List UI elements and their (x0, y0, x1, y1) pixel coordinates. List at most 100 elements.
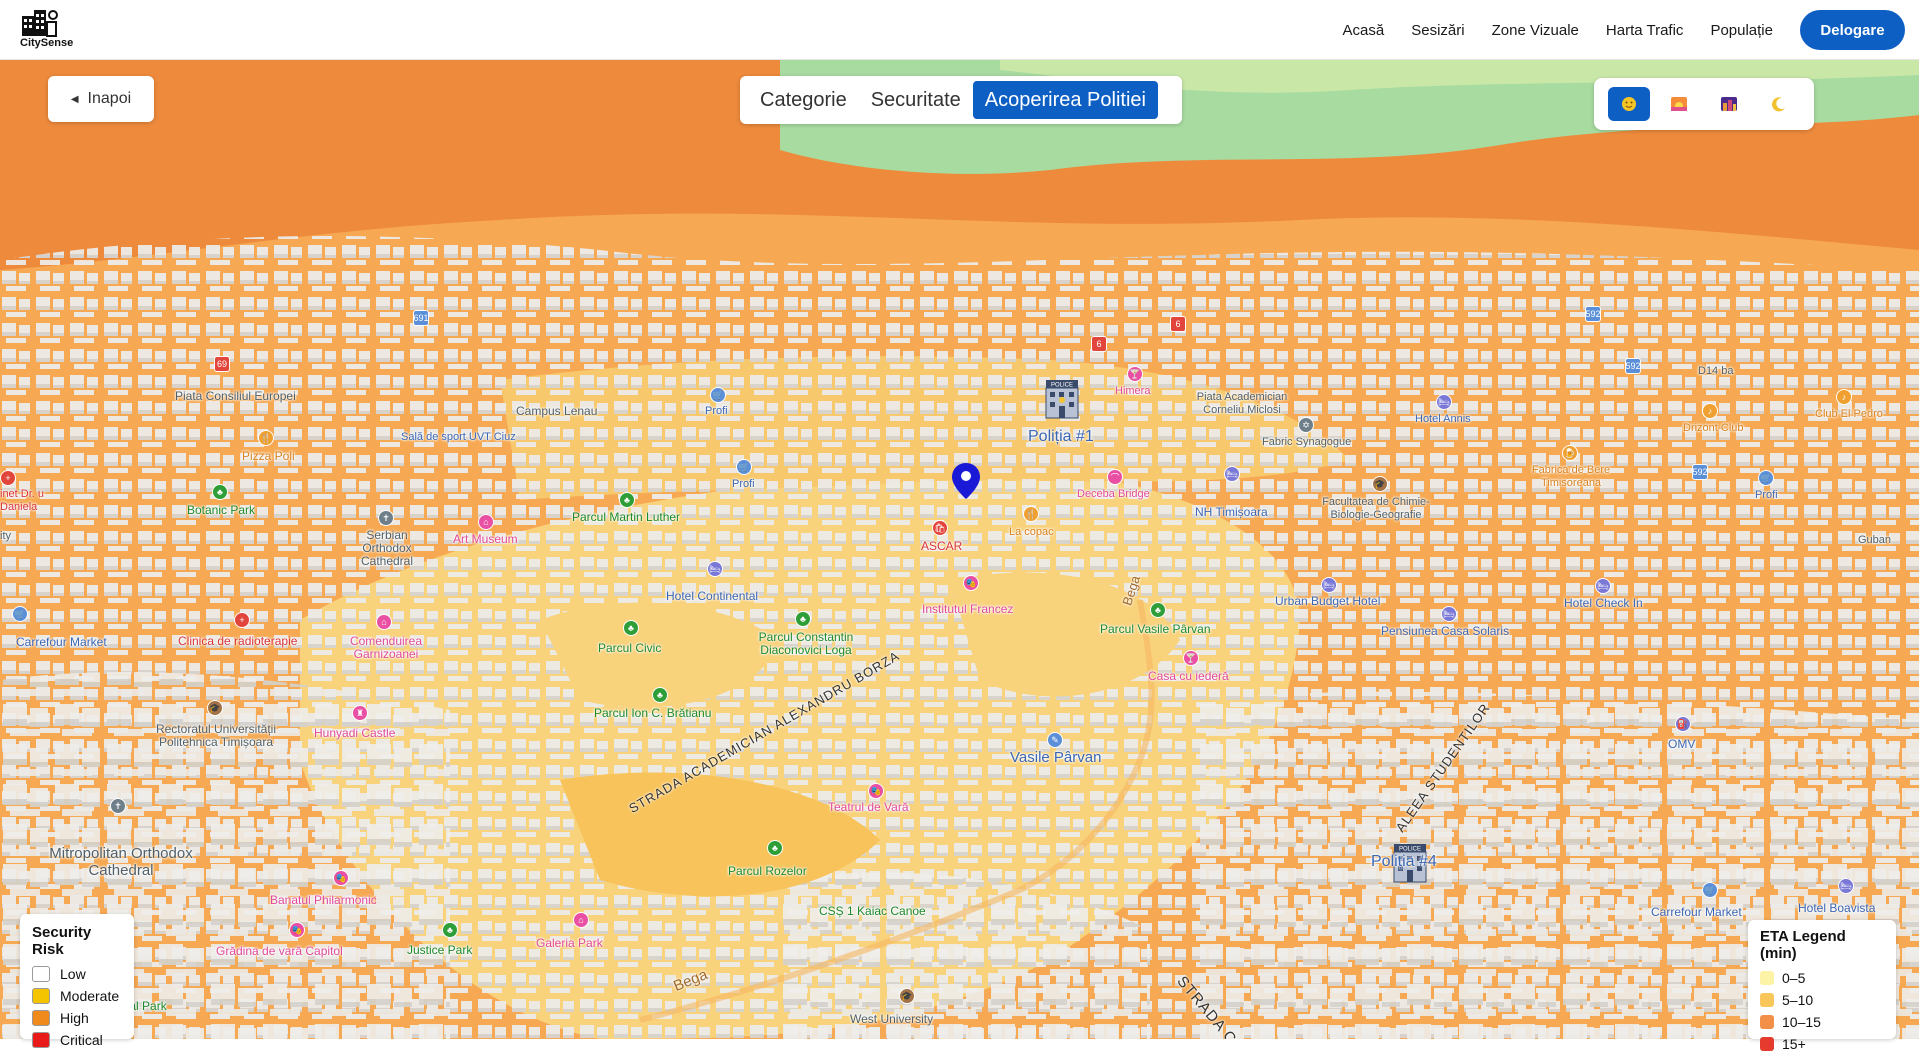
place-profi-3[interactable]: Profi (1755, 489, 1778, 502)
restaurant-icon[interactable]: 🍴 (258, 430, 274, 446)
brewery-icon[interactable]: 🍺 (1562, 445, 1578, 461)
university-icon[interactable]: 🎓 (207, 700, 223, 716)
place-himera[interactable]: Himera (1115, 385, 1150, 398)
place-ascar[interactable]: ASCAR (921, 540, 962, 553)
park-icon[interactable]: ♣ (1150, 602, 1166, 618)
bar-icon[interactable]: 🍸 (1183, 650, 1199, 666)
university-icon[interactable]: 🎓 (899, 988, 915, 1004)
place-hotel-boavista[interactable]: Hotel Boavista (1798, 902, 1875, 915)
hotel-icon[interactable]: 🛏 (1224, 466, 1240, 482)
place-banatul[interactable]: Banatul Philarmonic (270, 894, 377, 907)
place-d14-ba[interactable]: D14 ba (1698, 365, 1733, 378)
park-icon[interactable]: ♣ (619, 492, 635, 508)
park-icon[interactable]: ♣ (623, 620, 639, 636)
theme-night-city-button[interactable] (1708, 87, 1750, 121)
shop-icon[interactable]: 🛒 (710, 387, 726, 403)
theatre-icon[interactable]: 🎭 (868, 783, 884, 799)
place-west-university[interactable]: West University (850, 1013, 933, 1026)
place-parcul-constantin[interactable]: Parcul Constantin Diaconovici Loga (750, 631, 862, 657)
theatre-icon[interactable]: 🎭 (289, 922, 305, 938)
place-mitropolitan[interactable]: Mitropolitan Orthodox Cathedral (46, 845, 196, 879)
place-hotel-annis[interactable]: Hotel Annis (1415, 413, 1471, 426)
theatre-icon[interactable]: 🎭 (963, 575, 979, 591)
university-icon[interactable]: 🎓 (1372, 476, 1388, 492)
place-club-el-pedro[interactable]: Club El Pedro (1815, 408, 1883, 421)
church-icon[interactable]: ✝ (110, 798, 126, 814)
place-parcul-rozelor[interactable]: Parcul Rozelor (728, 865, 807, 878)
hotel-icon[interactable]: 🛏 (1441, 606, 1457, 622)
place-facultatea-chimie[interactable]: Facultatea de Chimie-Biologie-Geografie (1316, 496, 1436, 522)
park-icon[interactable]: ♣ (795, 611, 811, 627)
restaurant-icon[interactable]: 🍴 (1023, 506, 1039, 522)
nightclub-icon[interactable]: ♪ (1836, 389, 1852, 405)
logout-button[interactable]: Delogare (1800, 10, 1905, 50)
location-pin-icon[interactable] (951, 462, 981, 500)
place-vasile-parvan[interactable]: Vasile Pârvan (1010, 750, 1101, 765)
nav-link-populatie[interactable]: Populație (1710, 22, 1773, 39)
hotel-icon[interactable]: 🛏 (707, 561, 723, 577)
place-gradina-vara[interactable]: Grădina de vară Capitol (216, 945, 343, 958)
place-drizzt-club[interactable]: Drizont Club (1683, 422, 1744, 435)
castle-icon[interactable]: ♜ (352, 705, 368, 721)
place-css-kaiac[interactable]: CSȘ 1 Kaiac Canoe (819, 905, 926, 918)
place-deceba-bridge[interactable]: Deceba Bridge (1077, 488, 1150, 501)
place-hotel-continental[interactable]: Hotel Continental (666, 590, 758, 603)
synagogue-icon[interactable]: ✡ (1298, 417, 1314, 433)
church-icon[interactable]: ✝ (378, 510, 394, 526)
place-ity[interactable]: ity (0, 530, 11, 543)
place-comenduirea[interactable]: Comenduirea Garnizoanei (341, 635, 431, 661)
fuel-icon[interactable]: ⛽ (1675, 716, 1691, 732)
theatre-icon[interactable]: 🎭 (333, 870, 349, 886)
place-galeria-park[interactable]: Galeria Park (536, 937, 603, 950)
place-rectoratul[interactable]: Rectoratul Universității Politehnica Tim… (138, 723, 294, 749)
nav-link-acasa[interactable]: Acasă (1343, 22, 1385, 39)
hospital-icon[interactable]: + (0, 470, 16, 486)
bar-icon[interactable]: 🍸 (1127, 366, 1143, 382)
park-icon[interactable]: ♣ (212, 484, 228, 500)
place-carrefour-1[interactable]: Carrefour Market (16, 636, 107, 649)
police-label-4[interactable]: Poliția #4 (1371, 854, 1437, 870)
place-fabrica-bere[interactable]: Fabrica de Bere Timisoreana (1528, 464, 1614, 490)
brand-logo[interactable]: CitySense (20, 8, 80, 52)
hotel-icon[interactable]: 🛏 (1838, 878, 1854, 894)
school-icon[interactable]: ✎ (1047, 732, 1063, 748)
place-fabric-synagogue[interactable]: Fabric Synagogue (1262, 436, 1351, 449)
place-casa-iedera[interactable]: Casa cu iederă (1148, 670, 1229, 683)
place-la-copac[interactable]: La copac (1009, 526, 1054, 539)
park-icon[interactable]: ♣ (767, 840, 783, 856)
place-teatrul-vara[interactable]: Teatrul de Vară (828, 801, 909, 814)
shop-icon[interactable]: 🛍 (932, 520, 948, 536)
theme-sunrise-button[interactable] (1658, 87, 1700, 121)
museum-icon[interactable]: ⌂ (478, 514, 494, 530)
theme-night-button[interactable] (1758, 87, 1800, 121)
place-clinica[interactable]: Clinica de radioterapie (178, 635, 297, 648)
hotel-icon[interactable]: 🛏 (1436, 394, 1452, 410)
place-inet[interactable]: inet Dr. u Daniela (0, 488, 50, 514)
place-pizza-poli[interactable]: Pizza Poli (242, 450, 295, 463)
park-icon[interactable]: ♣ (442, 922, 458, 938)
place-profi-1[interactable]: Profi (705, 405, 728, 418)
shop-icon[interactable]: 🛒 (1758, 470, 1774, 486)
place-parcul-civic[interactable]: Parcul Civic (598, 642, 661, 655)
museum-icon[interactable]: ⌂ (573, 912, 589, 928)
place-nh-timisoara[interactable]: NH Timișoara (1195, 506, 1268, 519)
museum-icon[interactable]: ⌂ (376, 614, 392, 630)
place-justice-park[interactable]: Justice Park (407, 944, 472, 957)
place-gubani[interactable]: Guban (1858, 534, 1891, 547)
police-label-1[interactable]: Poliția #1 (1028, 429, 1094, 445)
place-carrefour-2[interactable]: Carrefour Market (1651, 906, 1742, 919)
police-station-icon[interactable]: POLICE (1042, 378, 1082, 420)
bridge-icon[interactable]: ⌒ (1107, 469, 1123, 485)
tab-categorie[interactable]: Categorie (748, 81, 859, 119)
hospital-icon[interactable]: + (234, 612, 250, 628)
nav-link-harta-trafic[interactable]: Harta Trafic (1606, 22, 1684, 39)
tab-acoperirea-politiei[interactable]: Acoperirea Politiei (972, 81, 1158, 119)
nightclub-icon[interactable]: ♪ (1702, 403, 1718, 419)
hotel-icon[interactable]: 🛏 (1321, 577, 1337, 593)
tab-securitate[interactable]: Securitate (859, 81, 973, 119)
place-institutul-francez[interactable]: Institutul Francez (922, 603, 1013, 616)
place-serbian-cathedral[interactable]: Serbian Orthodox Cathedral (340, 529, 434, 568)
hotel-icon[interactable]: 🛏 (1595, 578, 1611, 594)
shop-icon[interactable]: 🛒 (12, 606, 28, 622)
back-button[interactable]: ◀ Inapoi (48, 76, 154, 122)
